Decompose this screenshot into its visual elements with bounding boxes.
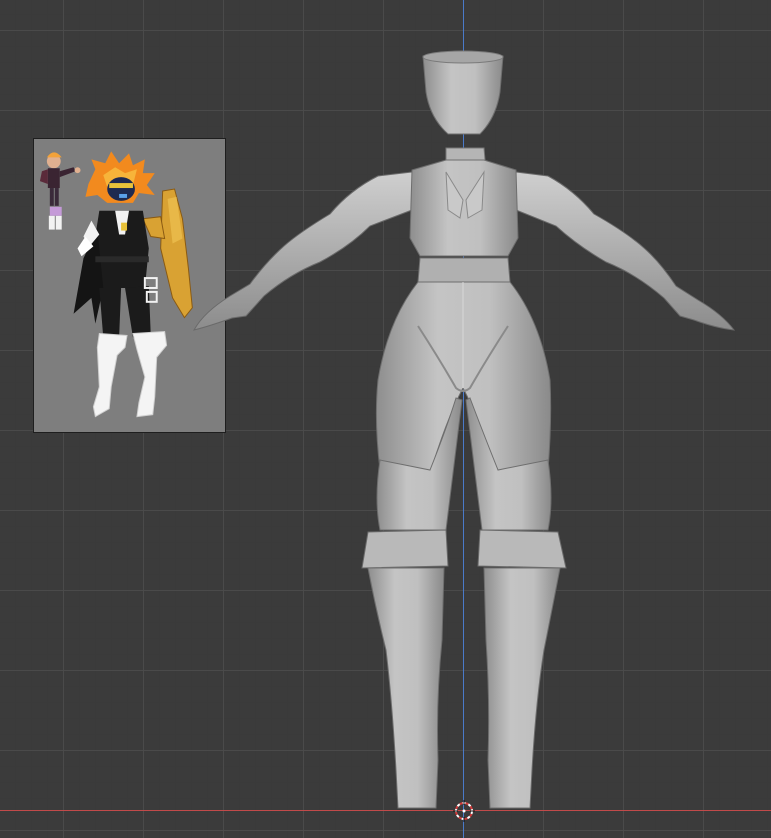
character-base-mesh[interactable]: [0, 0, 771, 838]
mesh-head: [422, 51, 504, 135]
mesh-arm-left: [193, 171, 413, 331]
mesh-boot-right: [483, 567, 561, 809]
mesh-arm-right: [515, 171, 736, 331]
mesh-head-top: [422, 50, 504, 64]
mesh-boot-left: [367, 567, 445, 809]
mesh-hips: [375, 281, 552, 481]
mesh-boot-cuff-left: [361, 529, 449, 569]
mesh-waist: [417, 257, 511, 283]
3d-cursor-icon[interactable]: [453, 800, 475, 822]
3d-viewport[interactable]: [0, 0, 771, 838]
mesh-torso: [409, 159, 519, 257]
mesh-boot-cuff-right: [477, 529, 567, 569]
